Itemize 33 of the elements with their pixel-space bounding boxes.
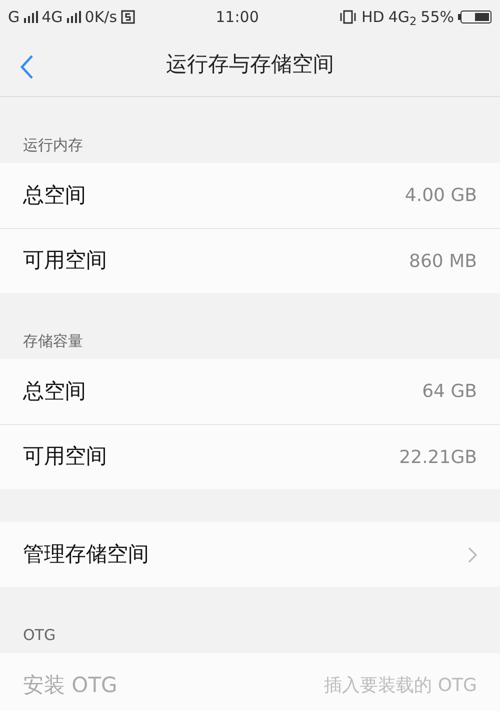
settings-row[interactable]: 可用空间 860 MB [0,228,500,293]
row-label: 总空间 [23,378,86,405]
battery-icon [458,10,492,24]
row-value: 4.00 GB [404,184,477,208]
vibrate-icon [339,10,358,24]
settings-row[interactable]: 总空间 64 GB [0,359,500,424]
section-header: 运行内存 [23,134,83,156]
chevron-icon [468,546,477,562]
status-text: 55% [420,6,454,28]
settings-row[interactable]: 可用空间 22.21GB [0,424,500,489]
sim-icon [121,10,136,24]
signal-icon [66,11,81,23]
status-text: G [8,6,20,28]
row-value: 插入要装载的 OTG [324,674,477,698]
status-text: HD [361,6,384,28]
settings-row[interactable]: 总空间 4.00 GB [0,163,500,228]
status-text: 4G [42,6,63,28]
row-value: 860 MB [409,250,477,274]
row-label: 管理存储空间 [23,540,149,568]
row-label: 安装 OTG [23,672,118,699]
row-value: 64 GB [422,380,477,404]
row-value: 22.21GB [399,446,477,470]
row-label: 可用空间 [23,443,107,470]
page-title: 运行存与存储空间 [166,51,334,78]
status-text: 0K/s [84,6,118,28]
row-label: 可用空间 [23,247,107,274]
status-text: 4G$_{2}$ [388,6,417,28]
section-header: 存储容量 [23,330,83,352]
section-header: OTG [23,624,56,646]
status-time: 11:00 [216,6,259,28]
signal-icon [24,11,38,23]
settings-row[interactable]: 管理存储空间 [0,522,500,587]
row-label: 总空间 [23,182,86,209]
